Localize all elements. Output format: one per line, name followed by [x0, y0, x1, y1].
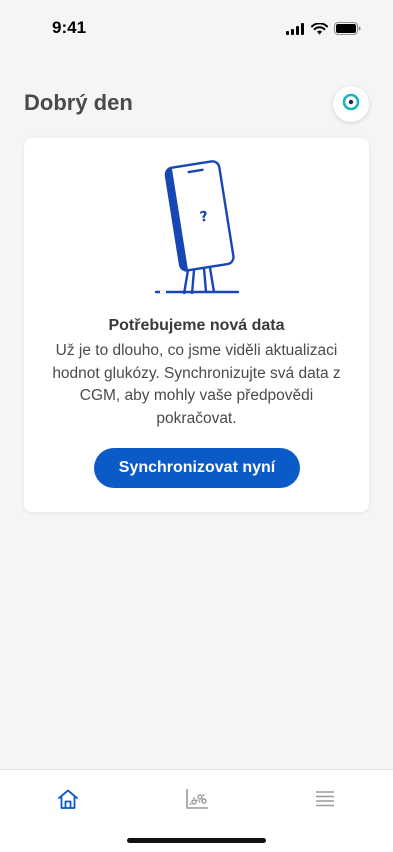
phone-question-icon: ?: [154, 158, 244, 298]
profile-button[interactable]: [333, 86, 369, 122]
sync-card: ? Potřebujeme nová data Už je to dlouho,…: [24, 138, 369, 512]
card-title: Potřebujeme nová data: [108, 317, 285, 334]
status-bar: 9:41: [0, 0, 393, 54]
status-time: 9:41: [52, 18, 87, 37]
cellular-signal-icon: [286, 22, 305, 40]
sync-now-button[interactable]: Synchronizovat nyní: [94, 448, 300, 488]
header: Dobrý den: [24, 86, 369, 122]
status-icons: [286, 22, 361, 40]
page-title: Dobrý den: [24, 90, 133, 115]
tab-chart[interactable]: [182, 788, 212, 814]
ring-icon: [341, 92, 361, 117]
menu-icon: [314, 790, 336, 813]
tab-home[interactable]: [53, 788, 83, 814]
home-indicator: [127, 838, 266, 843]
card-message: Už je to dlouho, co jsme viděli aktualiz…: [52, 342, 341, 427]
wifi-icon: [311, 22, 328, 40]
battery-icon: [334, 22, 361, 40]
chart-icon: [185, 788, 209, 815]
home-icon: [56, 788, 80, 815]
tab-menu[interactable]: [310, 788, 340, 814]
